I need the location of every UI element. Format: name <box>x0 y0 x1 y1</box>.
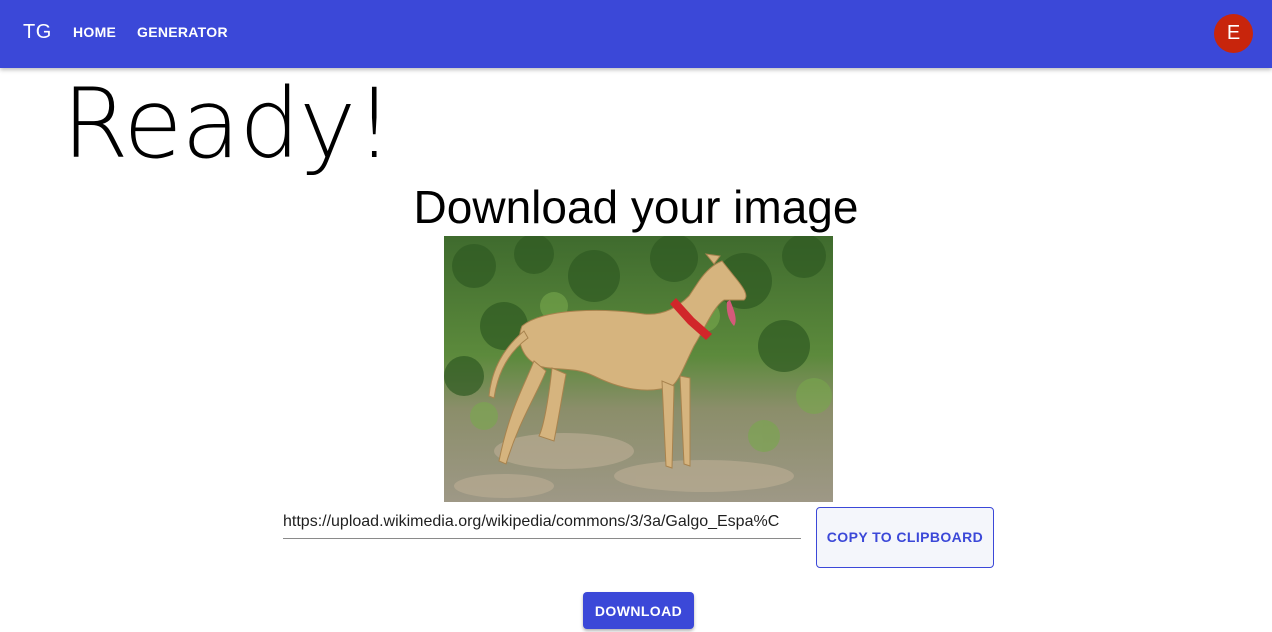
page-subtitle: Download your image <box>413 181 859 233</box>
greyhound-dog-photo <box>444 236 833 502</box>
nav-generator-button[interactable]: GENERATOR <box>137 24 228 40</box>
nav-home-button[interactable]: HOME <box>73 24 116 40</box>
generated-image <box>444 236 833 502</box>
user-avatar[interactable]: E <box>1214 14 1253 53</box>
download-button[interactable]: DOWNLOAD <box>583 592 694 629</box>
brand-logo[interactable]: TG <box>23 21 52 44</box>
copy-to-clipboard-button[interactable]: COPY TO CLIPBOARD <box>816 507 994 568</box>
page-title: Ready! <box>62 68 394 180</box>
image-url-input[interactable] <box>283 508 801 536</box>
image-url-field[interactable] <box>283 508 801 539</box>
app-bar: TG HOME GENERATOR E <box>0 0 1272 68</box>
